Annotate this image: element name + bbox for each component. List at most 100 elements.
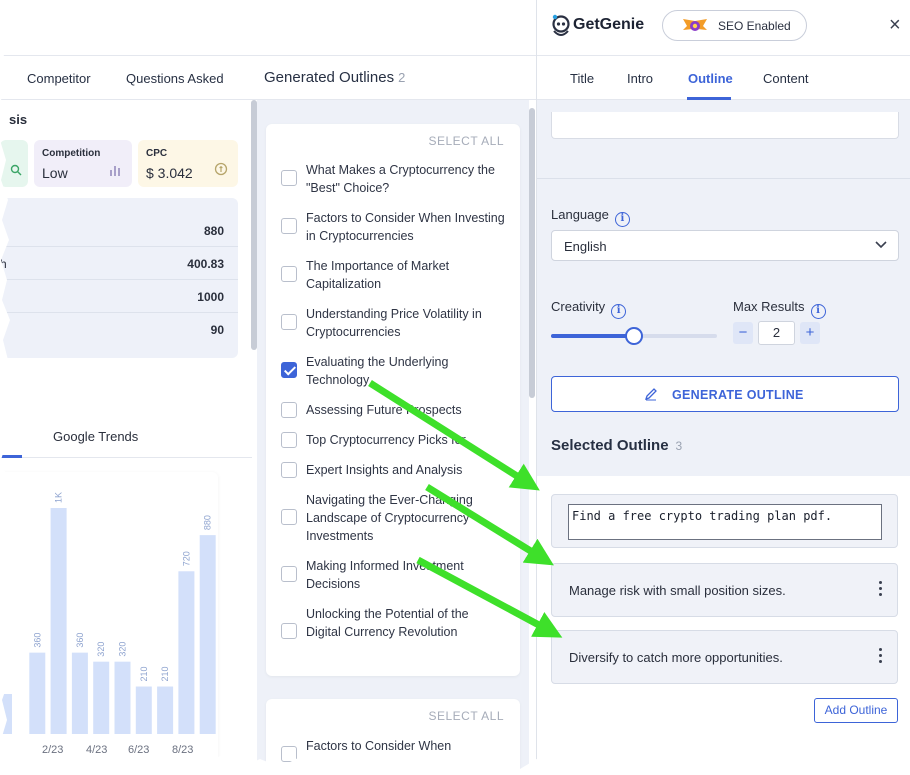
trend-bar-label: 210 (160, 667, 170, 682)
trend-bar (71, 652, 88, 734)
outline-checkbox[interactable] (281, 266, 297, 282)
seo-enabled-label: SEO Enabled (718, 19, 791, 33)
outline-item-text: The Importance of Market Capitalization (306, 259, 450, 291)
chevron-down-icon (875, 241, 887, 249)
outline-checkbox[interactable] (281, 432, 297, 448)
trend-bar-label: 210 (139, 667, 149, 682)
trend-bar (93, 661, 110, 734)
volume-card (0, 140, 28, 187)
outlines-scrollbar[interactable] (529, 108, 535, 398)
outline-checkbox[interactable] (281, 218, 297, 234)
trend-tick-label: 6/23 (128, 744, 149, 756)
selected-outline-text: Diversify to catch more opportunities. (569, 650, 783, 665)
trend-bar (0, 694, 12, 734)
selected-outline-item[interactable]: Find a free crypto trading plan pdf. (551, 494, 898, 548)
tab-content[interactable]: Content (763, 71, 809, 86)
outline-item-text: Expert Insights and Analysis (306, 463, 463, 477)
google-trends-chart: 360 1K 360 320 320 210 210 720 880 2/23 4/23 6/23 8/… (0, 492, 216, 756)
selected-outline-item[interactable]: Diversify to catch more opportunities. (551, 630, 898, 684)
selected-outline-title: Selected Outline 3 (551, 437, 682, 454)
divider (537, 178, 910, 179)
trend-bar-label: 720 (181, 551, 191, 566)
generated-count: 2 (398, 70, 406, 85)
tab-google-trends[interactable]: Google Trends (53, 429, 138, 444)
outline-checkbox[interactable] (281, 566, 297, 582)
tab-generated-outlines[interactable]: Generated Outlines 2 (264, 69, 405, 86)
stat-row: 880 (0, 214, 238, 247)
max-results-label-row: Max Results i (733, 299, 826, 319)
refresh-dollar-icon (214, 162, 228, 179)
max-results-input[interactable]: 2 (758, 321, 795, 345)
outline-checkbox[interactable] (281, 402, 297, 418)
outline-item-text: Making Informed Investment Decisions (306, 559, 464, 591)
decrement-button[interactable]: − (733, 322, 753, 344)
cpc-label: CPC (146, 148, 168, 159)
trend-bar (135, 686, 152, 734)
tab-outline[interactable]: Outline (688, 71, 733, 86)
tab-title[interactable]: Title (570, 71, 594, 86)
more-options-icon[interactable] (879, 648, 883, 664)
trend-bar (29, 652, 46, 734)
previous-input-field[interactable] (551, 112, 899, 139)
info-icon[interactable]: i (810, 304, 826, 319)
tab-intro[interactable]: Intro (627, 71, 653, 86)
close-icon[interactable]: × (889, 14, 901, 37)
info-icon[interactable]: i (611, 304, 627, 319)
language-label-row: Language i (551, 207, 630, 227)
language-value: English (564, 239, 607, 254)
stat-row: h 400.83 (0, 247, 238, 280)
outline-checkbox[interactable] (281, 623, 297, 639)
language-select[interactable]: English (551, 230, 899, 261)
left-tab-bar: Competitor Questions Asked Generated Out… (0, 56, 536, 100)
info-icon[interactable]: i (614, 212, 630, 227)
bar-chart-icon (109, 164, 122, 179)
generate-outline-button[interactable]: GENERATE OUTLINE (551, 376, 899, 412)
trend-tick-label: 4/23 (86, 744, 107, 756)
outline-checkbox[interactable] (281, 746, 297, 762)
cpc-card: CPC $ 3.042 (138, 140, 238, 187)
select-all-button[interactable]: SELECT ALL (429, 134, 505, 148)
outline-checkbox[interactable] (281, 170, 297, 186)
keyword-stats-table: 880 h 400.83 1000 90 (0, 198, 238, 358)
keyword-research-pane: Competitor Questions Asked Generated Out… (0, 0, 536, 775)
seo-enabled-badge[interactable]: SEO Enabled (662, 10, 807, 41)
getgenie-panel: GetGenie SEO Enabled × Title Intro Outli… (536, 0, 910, 775)
more-options-icon[interactable] (879, 581, 883, 597)
trend-bar-label: 1K (54, 492, 64, 503)
outline-checkbox[interactable] (281, 509, 297, 525)
outline-item-text: Factors to Consider When Investing in Cr… (306, 211, 505, 243)
outline-edit-textarea[interactable]: Find a free crypto trading plan pdf. (568, 504, 882, 540)
outline-checkbox[interactable] (281, 314, 297, 330)
add-outline-button[interactable]: Add Outline (814, 698, 898, 723)
outline-item-text: Evaluating the Underlying Technology (306, 355, 449, 387)
outline-checkbox[interactable] (281, 462, 297, 478)
getgenie-logo-icon (552, 14, 570, 36)
select-all-button-2[interactable]: SELECT ALL (429, 709, 505, 723)
competition-label: Competition (42, 148, 101, 159)
outline-checkbox-checked[interactable] (281, 362, 297, 378)
trend-bar (199, 535, 216, 734)
stat-row-value: 1000 (197, 290, 224, 304)
tab-generated-label: Generated Outlines (264, 69, 395, 86)
stat-row-value: 90 (210, 323, 224, 337)
competition-card: Competition Low (34, 140, 132, 187)
selected-outline-label: Selected Outline (551, 437, 669, 454)
pencil-icon (644, 388, 657, 401)
brand-name: GetGenie (573, 16, 645, 33)
search-icon (10, 164, 22, 179)
creativity-slider-fill (551, 334, 634, 338)
trend-bar-label: 320 (118, 642, 128, 657)
tab-competitor[interactable]: Competitor (27, 71, 91, 86)
outline-item-text: Navigating the Ever-Changing Landscape o… (306, 493, 473, 543)
increment-button[interactable]: + (800, 322, 820, 344)
trend-tick-label: 8/23 (172, 744, 193, 756)
trend-bar (50, 508, 67, 734)
stat-row: 1000 (0, 280, 238, 313)
panel-tab-bar: Title Intro Outline Content (537, 56, 910, 100)
selected-outline-item[interactable]: Manage risk with small position sizes. (551, 563, 898, 617)
tab-questions-asked[interactable]: Questions Asked (126, 71, 224, 86)
outline-item-text: Unlocking the Potential of the Digital C… (306, 607, 469, 639)
creativity-slider-thumb[interactable] (625, 327, 643, 345)
outline-card: SELECT ALL What Makes a Cryptocurrency t… (266, 124, 520, 676)
selected-outline-text: Manage risk with small position sizes. (569, 583, 786, 598)
